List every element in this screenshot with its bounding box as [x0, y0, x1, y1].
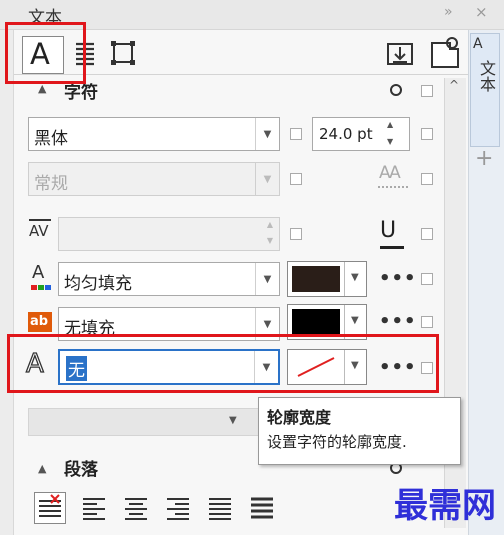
kerning-icon: AV [29, 222, 49, 240]
font-style-checkbox[interactable] [290, 173, 302, 185]
section-options-icon[interactable] [390, 84, 402, 96]
kerning-spinbox[interactable]: ▲ ▼ [58, 217, 280, 251]
font-size-value: 24.0 pt [319, 125, 373, 143]
tooltip-title: 轮廓宽度 [267, 408, 332, 427]
expand-down-icon: ▼ [229, 415, 237, 426]
force-justify-icon[interactable] [248, 494, 276, 522]
dropdown-arrow-icon: ▼ [255, 163, 279, 195]
align-left-icon[interactable] [80, 494, 108, 522]
fill-type-value: 均匀填充 [64, 274, 132, 294]
spin-up-icon[interactable]: ▲ [267, 220, 273, 229]
no-alignment-button[interactable] [34, 492, 66, 524]
scroll-up-icon[interactable]: ^ [449, 78, 459, 92]
font-size-spinbox[interactable]: 24.0 pt ▲ ▼ [312, 117, 410, 151]
settings-icon[interactable] [428, 35, 464, 69]
dropdown-arrow-icon: ▼ [255, 263, 279, 295]
frame-mode-icon[interactable] [108, 38, 138, 68]
text-docker-tab[interactable]: A 文本 [470, 33, 500, 147]
tooltip-text: 设置字符的轮廓宽度. [267, 433, 407, 451]
font-size-checkbox[interactable] [421, 128, 433, 140]
fill-type-select[interactable]: 均匀填充 ▼ [58, 262, 280, 296]
background-color-swatch [292, 309, 340, 335]
font-style-select[interactable]: 常规 ▼ [28, 162, 280, 196]
kerning-icon-bar [29, 219, 51, 221]
lock-checkbox[interactable] [421, 85, 433, 97]
justify-icon[interactable] [206, 494, 234, 522]
underline-icon[interactable]: U [380, 218, 396, 243]
kerning-checkbox[interactable] [290, 228, 302, 240]
background-fill-icon: ab [28, 312, 52, 332]
align-center-icon[interactable] [122, 494, 150, 522]
uppercase-underline [378, 186, 408, 190]
spin-up-icon[interactable]: ▲ [387, 120, 393, 129]
spin-down-icon[interactable]: ▼ [267, 236, 273, 245]
text-tab-label: 文本 [477, 60, 496, 92]
add-docker-icon[interactable]: + [475, 146, 493, 171]
fill-checkbox[interactable] [421, 273, 433, 285]
close-icon[interactable]: × [475, 3, 488, 21]
align-right-icon[interactable] [164, 494, 192, 522]
outline-width-tooltip: 轮廓宽度 设置字符的轮廓宽度. [258, 397, 461, 465]
dropdown-arrow-icon: ▼ [344, 262, 366, 296]
fill-more-button[interactable]: ••• [379, 268, 417, 289]
background-more-button[interactable]: ••• [379, 311, 417, 332]
fill-color-picker[interactable]: ▼ [287, 261, 367, 297]
underline-icon-bar [380, 246, 404, 249]
left-dock-strip [0, 30, 14, 535]
font-family-select[interactable]: 黑体 ▼ [28, 117, 280, 151]
spin-down-icon[interactable]: ▼ [387, 137, 393, 146]
import-icon[interactable] [385, 38, 415, 68]
text-tab-icon: A [473, 36, 483, 52]
expand-chevron-icon[interactable]: » [444, 4, 453, 20]
font-family-value: 黑体 [34, 129, 68, 149]
caps-checkbox[interactable] [421, 173, 433, 185]
text-fill-icon: A [29, 262, 55, 292]
font-style-value: 常规 [34, 174, 68, 194]
highlight-box-character-mode [5, 22, 86, 84]
font-family-checkbox[interactable] [290, 128, 302, 140]
fill-color-swatch [292, 266, 340, 292]
background-checkbox[interactable] [421, 316, 433, 328]
paragraph-section-label: 段落 [64, 460, 98, 480]
highlight-box-outline-row [7, 334, 439, 393]
uppercase-icon[interactable]: AA [379, 163, 401, 183]
watermark: 最需网 [394, 486, 496, 526]
collapse-arrow-icon[interactable]: ▲ [38, 462, 46, 475]
underline-checkbox[interactable] [421, 228, 433, 240]
dropdown-arrow-icon: ▼ [255, 118, 279, 150]
